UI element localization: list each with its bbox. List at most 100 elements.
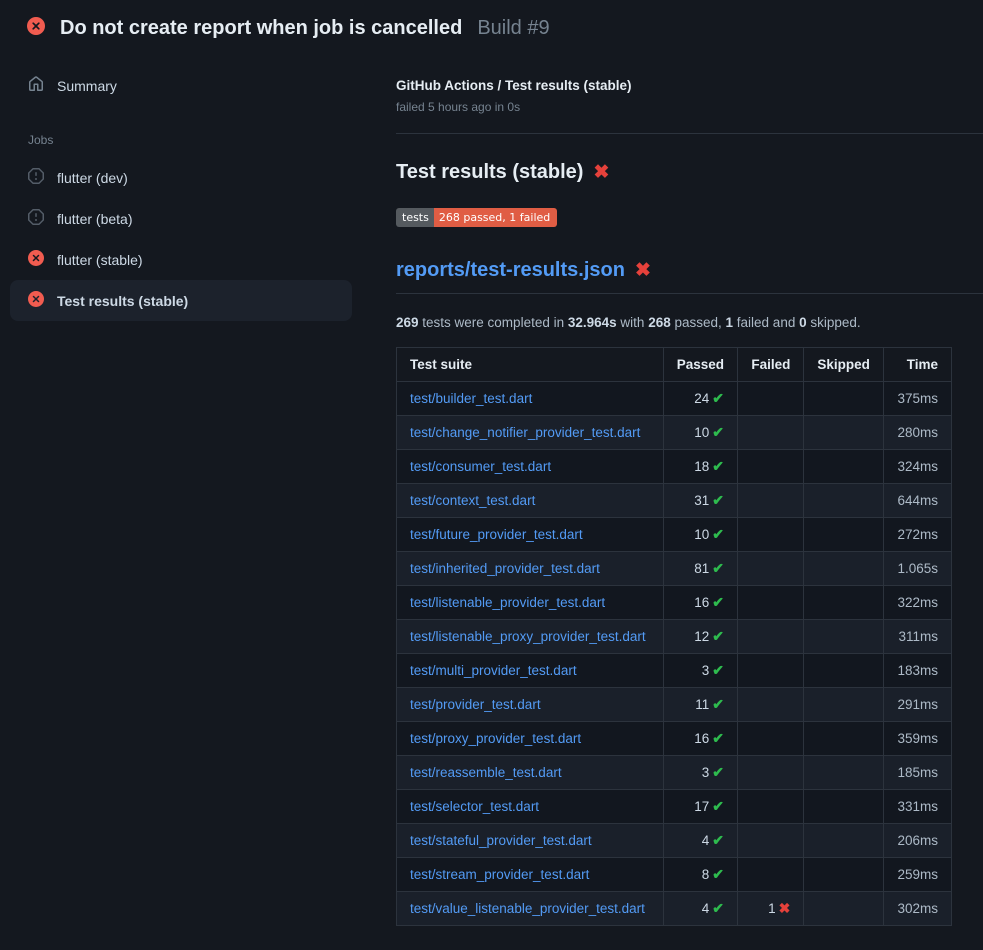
suite-link[interactable]: test/listenable_proxy_provider_test.dart <box>410 629 646 644</box>
time-cell: 1.065s <box>883 552 951 586</box>
passed-cell: 31✔ <box>663 484 737 518</box>
passed-cell: 12✔ <box>663 620 737 654</box>
count-value: 3 <box>702 663 710 678</box>
sidebar-job-item[interactable]: Test results (stable) <box>10 280 352 321</box>
job-item-label: flutter (beta) <box>57 211 132 227</box>
time-cell: 259ms <box>883 858 951 892</box>
check-icon: ✔ <box>712 662 724 678</box>
passed-cell: 16✔ <box>663 586 737 620</box>
suite-link[interactable]: test/value_listenable_provider_test.dart <box>410 901 645 916</box>
sidebar-job-item[interactable]: flutter (beta) <box>10 198 352 239</box>
tests-status-badge[interactable]: tests 268 passed, 1 failed <box>396 208 557 227</box>
check-icon: ✔ <box>712 866 724 882</box>
skipped-cell <box>804 450 884 484</box>
suite-link[interactable]: test/reassemble_test.dart <box>410 765 562 780</box>
suite-link[interactable]: test/consumer_test.dart <box>410 459 551 474</box>
summary-segment: 0 <box>799 315 807 330</box>
skipped-cell <box>804 382 884 416</box>
table-row: test/stream_provider_test.dart 8✔ 259ms <box>397 858 952 892</box>
job-item-label: flutter (dev) <box>57 170 128 186</box>
suite-link[interactable]: test/builder_test.dart <box>410 391 532 406</box>
x-circle-fill-icon <box>28 291 44 310</box>
passed-cell: 8✔ <box>663 858 737 892</box>
suite-cell: test/listenable_proxy_provider_test.dart <box>397 620 664 654</box>
failed-cell <box>738 416 804 450</box>
skipped-cell <box>804 858 884 892</box>
failed-cell <box>738 824 804 858</box>
skipped-cell <box>804 552 884 586</box>
col-header-skipped: Skipped <box>804 348 884 382</box>
suite-link[interactable]: test/provider_test.dart <box>410 697 541 712</box>
table-row: test/multi_provider_test.dart3✔183ms <box>397 654 952 688</box>
suite-link[interactable]: test/stateful_provider_test.dart <box>410 833 592 848</box>
time-cell: 185ms <box>883 756 951 790</box>
suite-cell: test/inherited_provider_test.dart <box>397 552 664 586</box>
suite-link[interactable]: test/multi_provider_test.dart <box>410 663 577 678</box>
checks-sidebar: Summary Jobs flutter (dev) flutter (beta)… <box>0 52 380 321</box>
jobs-section-label: Jobs <box>0 103 380 157</box>
failed-cell <box>738 450 804 484</box>
suite-link[interactable]: test/proxy_provider_test.dart <box>410 731 581 746</box>
header-divider <box>396 133 983 134</box>
passed-cell: 3✔ <box>663 756 737 790</box>
job-item-label: flutter (stable) <box>57 252 143 268</box>
passed-cell: 16✔ <box>663 722 737 756</box>
table-row: test/inherited_provider_test.dart 81✔ 1.06… <box>397 552 952 586</box>
count-value: 4 <box>702 901 710 916</box>
failed-cell <box>738 484 804 518</box>
summary-segment: with <box>617 315 649 330</box>
suite-link[interactable]: test/context_test.dart <box>410 493 535 508</box>
passed-cell: 17✔ <box>663 790 737 824</box>
report-file-link[interactable]: reports/test-results.json <box>396 259 625 282</box>
time-cell: 322ms <box>883 586 951 620</box>
summary-segment: 1 <box>726 315 734 330</box>
suite-cell: test/reassemble_test.dart <box>397 756 664 790</box>
run-status-text: failed 5 hours ago in 0s <box>396 100 983 114</box>
check-icon: ✔ <box>712 390 724 406</box>
breadcrumb: GitHub Actions / Test results (stable) <box>396 78 983 93</box>
failed-cell <box>738 688 804 722</box>
sidebar-job-item[interactable]: flutter (dev) <box>10 157 352 198</box>
count-value: 3 <box>702 765 710 780</box>
col-header-failed: Failed <box>738 348 804 382</box>
passed-cell: 81✔ <box>663 552 737 586</box>
passed-cell: 18✔ <box>663 450 737 484</box>
check-run-header: Do not create report when job is cancell… <box>0 0 983 52</box>
failed-cell <box>738 552 804 586</box>
sidebar-item-summary[interactable]: Summary <box>0 68 380 103</box>
suite-link[interactable]: test/future_provider_test.dart <box>410 527 583 542</box>
count-value: 18 <box>694 459 709 474</box>
failed-cell <box>738 858 804 892</box>
col-header-time: Time <box>883 348 951 382</box>
summary-segment: tests were completed in <box>419 315 568 330</box>
time-cell: 311ms <box>883 620 951 654</box>
count-value: 11 <box>695 697 709 712</box>
suite-link[interactable]: test/change_notifier_provider_test.dart <box>410 425 640 440</box>
failed-cell <box>738 382 804 416</box>
check-icon: ✔ <box>712 594 724 610</box>
failed-cell <box>738 790 804 824</box>
report-heading: reports/test-results.json ✖ <box>396 259 983 294</box>
suite-cell: test/consumer_test.dart <box>397 450 664 484</box>
suite-link[interactable]: test/listenable_provider_test.dart <box>410 595 605 610</box>
check-icon: ✔ <box>712 424 724 440</box>
table-row: test/consumer_test.dart18✔324ms <box>397 450 952 484</box>
time-cell: 302ms <box>883 892 951 926</box>
col-header-passed: Passed <box>663 348 737 382</box>
passed-cell: 10✔ <box>663 518 737 552</box>
skipped-cell <box>804 722 884 756</box>
suite-link[interactable]: test/inherited_provider_test.dart <box>410 561 600 576</box>
table-row: test/selector_test.dart17✔331ms <box>397 790 952 824</box>
failed-cell <box>738 620 804 654</box>
suite-cell: test/proxy_provider_test.dart <box>397 722 664 756</box>
page-title: Do not create report when job is cancell… <box>60 17 462 40</box>
sidebar-job-item[interactable]: flutter (stable) <box>10 239 352 280</box>
check-icon: ✔ <box>712 832 724 848</box>
suite-link[interactable]: test/selector_test.dart <box>410 799 539 814</box>
time-cell: 272ms <box>883 518 951 552</box>
suite-link[interactable]: test/stream_provider_test.dart <box>410 867 589 882</box>
time-cell: 375ms <box>883 382 951 416</box>
count-value: 16 <box>694 731 709 746</box>
col-header-test-suite: Test suite <box>397 348 664 382</box>
skipped-cell <box>804 688 884 722</box>
